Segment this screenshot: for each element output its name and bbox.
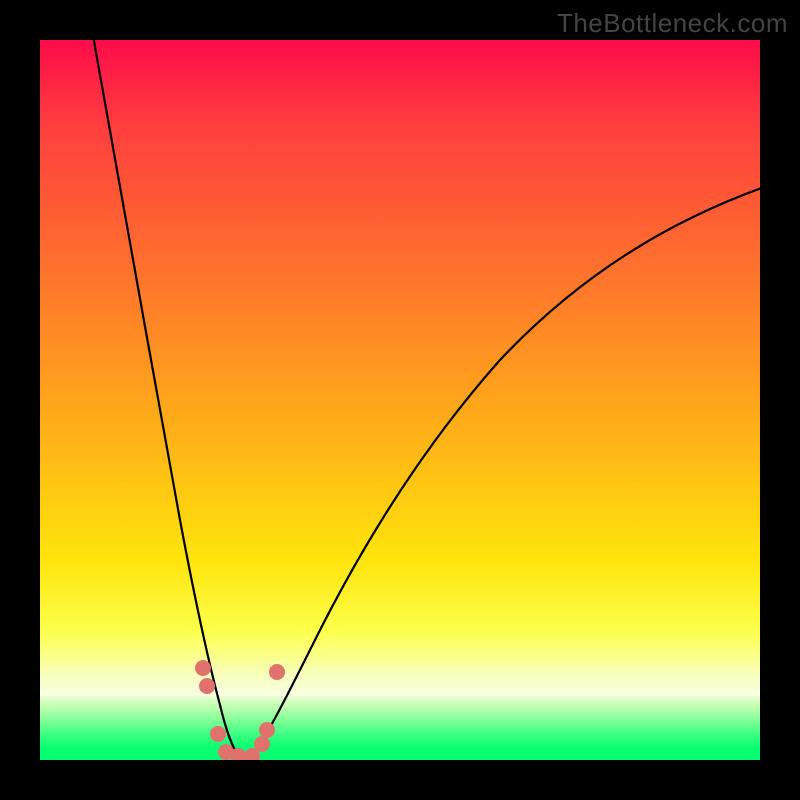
marker-point	[195, 660, 211, 676]
marker-point	[210, 726, 226, 742]
watermark-text: TheBottleneck.com	[557, 8, 788, 39]
marker-point	[254, 736, 270, 752]
marker-cluster	[195, 660, 285, 760]
marker-point	[259, 722, 275, 738]
marker-point	[199, 678, 215, 694]
chart-svg	[40, 40, 760, 760]
curve-left	[92, 40, 240, 758]
curve-right	[250, 185, 760, 758]
marker-point	[269, 664, 285, 680]
chart-plot-area	[40, 40, 760, 760]
